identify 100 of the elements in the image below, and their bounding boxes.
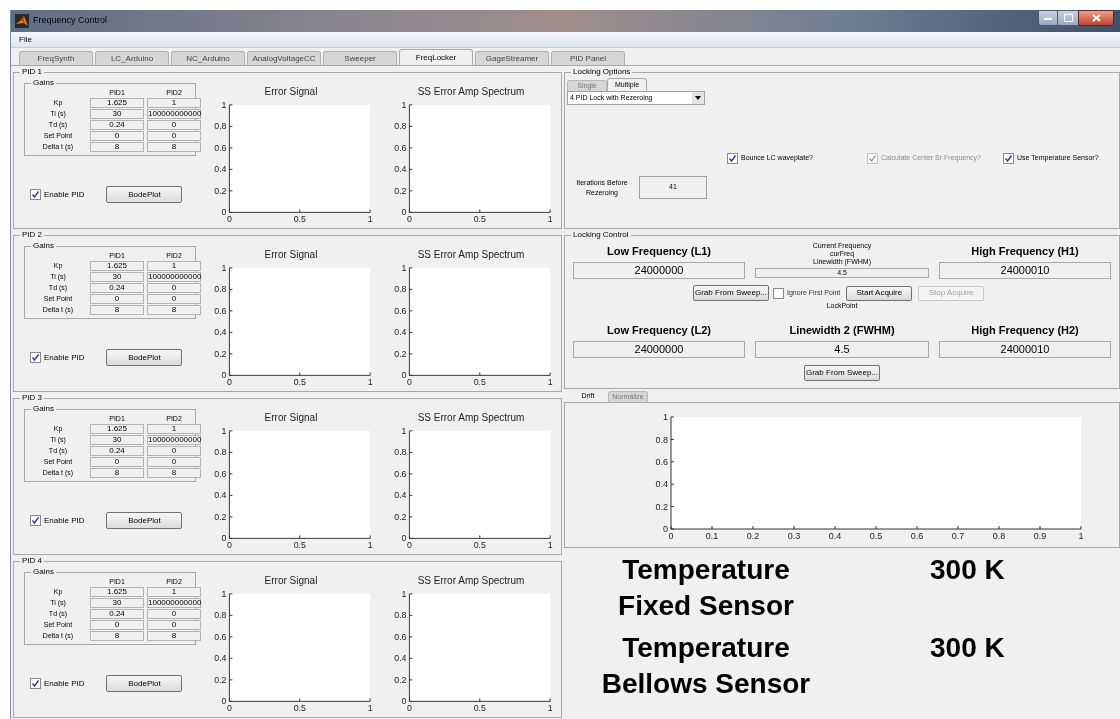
input-field[interactable]: 8 bbox=[90, 631, 144, 641]
input-field[interactable]: 30 bbox=[90, 598, 144, 608]
window-title: Frequency Control bbox=[33, 14, 108, 28]
checkbox[interactable] bbox=[1003, 153, 1014, 164]
tab[interactable]: FreqLocker bbox=[399, 49, 473, 65]
input-field[interactable]: 1 bbox=[147, 587, 201, 597]
checkbox[interactable] bbox=[30, 515, 41, 526]
input-field[interactable]: 0 bbox=[147, 446, 201, 456]
input-field[interactable]: 100000000000 bbox=[147, 109, 201, 119]
tick-label: 0.6 bbox=[214, 468, 227, 479]
tick-label: 0 bbox=[401, 207, 407, 218]
tick-label: 0.8 bbox=[394, 610, 407, 621]
tick-label: 0 bbox=[221, 533, 227, 544]
input-field[interactable]: 24000000 bbox=[573, 341, 745, 358]
checkbox-label: Enable PID bbox=[44, 677, 85, 690]
input-field[interactable]: 30 bbox=[90, 109, 144, 119]
input-field[interactable]: 8 bbox=[147, 142, 201, 152]
button[interactable]: Start Acquire bbox=[846, 285, 913, 301]
tick-label: 1 bbox=[221, 262, 227, 273]
maximize-button[interactable] bbox=[1058, 10, 1078, 26]
tab[interactable]: GageStreamer bbox=[475, 51, 549, 65]
input-field[interactable]: 1 bbox=[147, 98, 201, 108]
tick-label: 1 bbox=[367, 703, 373, 714]
input-field[interactable]: 1 bbox=[147, 261, 201, 271]
input-field[interactable]: 0.24 bbox=[90, 283, 144, 293]
tick-label: 0.2 bbox=[394, 348, 407, 359]
checkbox[interactable] bbox=[30, 352, 41, 363]
input-field[interactable]: 0.24 bbox=[90, 609, 144, 619]
tick-label: 0.6 bbox=[394, 142, 407, 153]
input-field[interactable]: 24000000 bbox=[573, 262, 745, 279]
input-field[interactable]: 24000010 bbox=[939, 262, 1111, 279]
checkbox-label: Enable PID bbox=[44, 351, 85, 364]
field-label: Linewidth 2 (FWHM) bbox=[789, 323, 895, 338]
input-field[interactable]: 0.24 bbox=[90, 446, 144, 456]
input-field[interactable]: 0 bbox=[90, 620, 144, 630]
button[interactable]: BodePlot bbox=[106, 512, 183, 529]
input-field[interactable]: 0 bbox=[147, 609, 201, 619]
chart-title: Error Signal bbox=[264, 574, 318, 588]
input-field[interactable]: 0 bbox=[147, 457, 201, 467]
input-field[interactable]: 1.625 bbox=[90, 424, 144, 434]
menu-item[interactable]: File bbox=[17, 33, 34, 46]
tick-label: 0.2 bbox=[214, 348, 227, 359]
checkbox[interactable] bbox=[30, 678, 41, 689]
field-label: Low Frequency (L1) bbox=[607, 244, 711, 259]
input-field[interactable]: 0 bbox=[147, 131, 201, 141]
input-field[interactable]: 1.625 bbox=[90, 587, 144, 597]
tick-label: 0.5 bbox=[473, 540, 486, 551]
input-field[interactable]: 30 bbox=[90, 435, 144, 445]
tick-label: 0.6 bbox=[394, 468, 407, 479]
checkbox[interactable] bbox=[30, 189, 41, 200]
input-field[interactable]: 0 bbox=[147, 283, 201, 293]
tab[interactable]: FreqSynth bbox=[19, 51, 93, 65]
input-field[interactable]: 8 bbox=[147, 305, 201, 315]
tick-label: 0.2 bbox=[214, 185, 227, 196]
tick-label: 0.6 bbox=[394, 305, 407, 316]
button[interactable]: BodePlot bbox=[106, 186, 183, 203]
input-field[interactable]: 8 bbox=[90, 468, 144, 478]
chart-title: SS Error Amp Spectrum bbox=[417, 248, 525, 262]
input-field[interactable]: 100000000000 bbox=[147, 435, 201, 445]
input-field[interactable]: 100000000000 bbox=[147, 272, 201, 282]
tab[interactable]: NC_Arduino bbox=[171, 51, 245, 65]
tick-label: 0.6 bbox=[214, 631, 227, 642]
button[interactable]: BodePlot bbox=[106, 675, 183, 692]
input-field[interactable]: 8 bbox=[90, 142, 144, 152]
tick-label: 0.2 bbox=[394, 511, 407, 522]
input-field[interactable]: 0 bbox=[90, 457, 144, 467]
tick-label: 0 bbox=[407, 214, 412, 225]
input-field[interactable]: 30 bbox=[90, 272, 144, 282]
input-field[interactable]: 24000010 bbox=[939, 341, 1111, 358]
input-field[interactable]: 0 bbox=[90, 131, 144, 141]
chart-title: Error Signal bbox=[264, 85, 318, 99]
input-field[interactable]: 0 bbox=[147, 620, 201, 630]
input-field[interactable]: 0.24 bbox=[90, 120, 144, 130]
input-field[interactable]: 100000000000 bbox=[147, 598, 201, 608]
input-field[interactable]: 0 bbox=[147, 120, 201, 130]
button[interactable]: BodePlot bbox=[106, 349, 183, 366]
checkbox[interactable] bbox=[773, 287, 784, 299]
tick-label: 0.8 bbox=[214, 447, 227, 458]
tick-label: 1 bbox=[401, 588, 407, 599]
tick-label: 0.2 bbox=[214, 511, 227, 522]
tick-label: 0.8 bbox=[992, 531, 1006, 541]
close-button[interactable] bbox=[1078, 10, 1114, 26]
input-field[interactable]: 8 bbox=[90, 305, 144, 315]
tab[interactable]: Sweeper bbox=[323, 51, 397, 65]
input-field[interactable]: 1 bbox=[147, 424, 201, 434]
tab[interactable]: LC_Arduino bbox=[95, 51, 169, 65]
button[interactable]: Grab From Sweep... bbox=[804, 365, 880, 381]
input-field[interactable]: 1.625 bbox=[90, 261, 144, 271]
tab[interactable]: AnalogVoltageCC bbox=[247, 51, 321, 65]
checkbox[interactable] bbox=[727, 153, 738, 164]
tick-label: 0 bbox=[221, 370, 227, 381]
input-field[interactable]: 1.625 bbox=[90, 98, 144, 108]
minimize-button[interactable] bbox=[1038, 10, 1058, 26]
input-field[interactable]: 8 bbox=[147, 631, 201, 641]
input-field[interactable]: 4.5 bbox=[755, 341, 929, 358]
input-field[interactable]: 0 bbox=[147, 294, 201, 304]
tab[interactable]: PID Panel bbox=[551, 51, 625, 65]
input-field[interactable]: 0 bbox=[90, 294, 144, 304]
input-field[interactable]: 8 bbox=[147, 468, 201, 478]
button[interactable]: Grab From Sweep... bbox=[693, 285, 769, 301]
